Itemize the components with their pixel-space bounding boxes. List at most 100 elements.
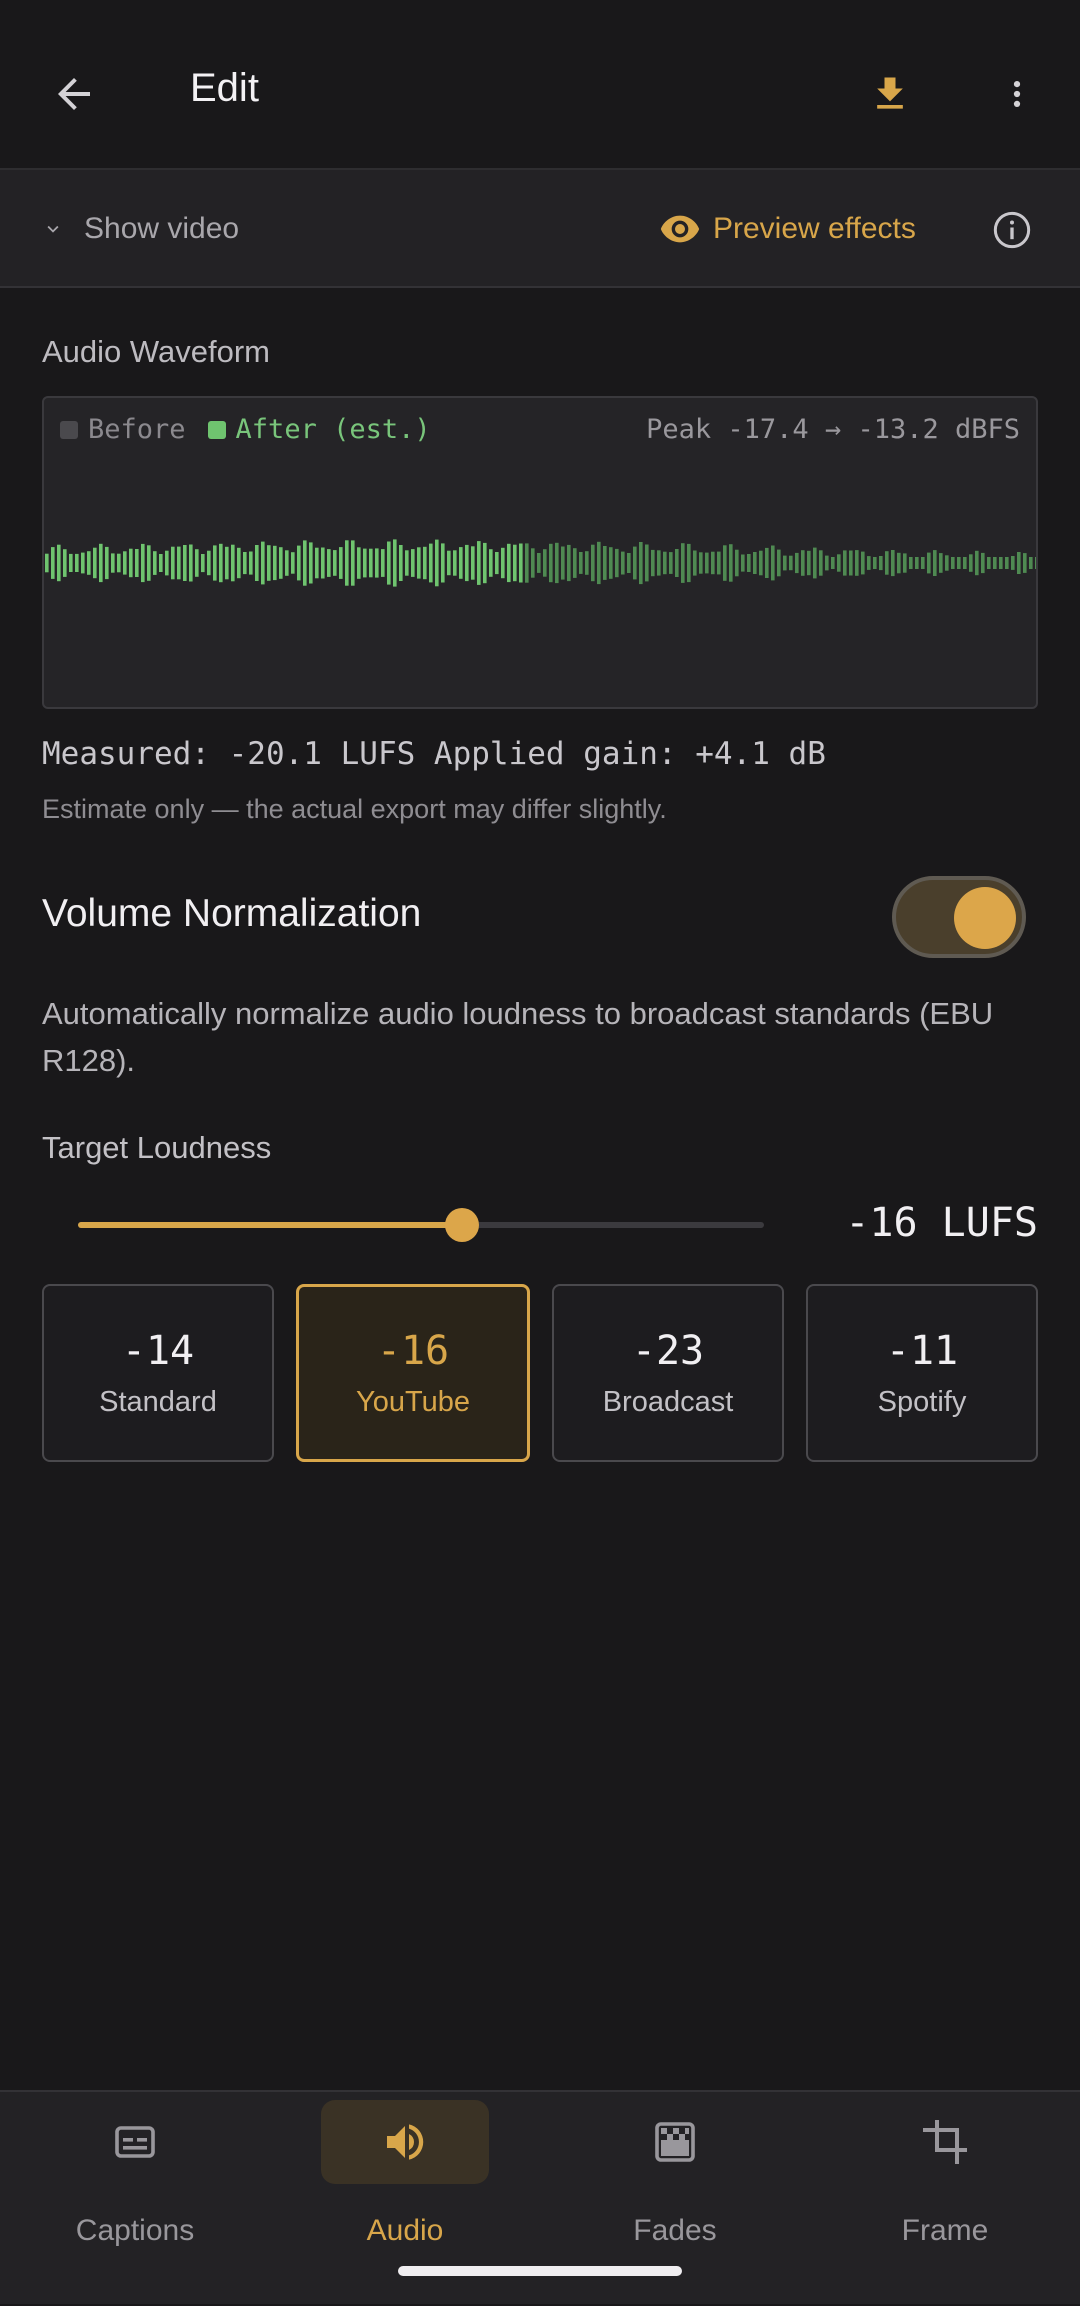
waveform-bar	[951, 557, 955, 569]
waveform-bar	[987, 557, 991, 569]
waveform-bar	[867, 556, 871, 570]
waveform-bar	[483, 542, 487, 584]
preset-youtube[interactable]: -16 YouTube	[296, 1284, 530, 1462]
waveform-bar	[123, 551, 127, 575]
captions-icon	[115, 2126, 155, 2158]
waveform-bar	[459, 547, 463, 579]
waveform-bar	[819, 550, 823, 576]
waveform-bar	[225, 546, 229, 580]
waveform-bar	[261, 541, 265, 585]
waveform-bar	[213, 545, 217, 581]
download-icon[interactable]	[868, 70, 912, 118]
waveform-bar	[621, 551, 625, 575]
waveform-bar	[933, 550, 937, 576]
waveform-bar	[297, 545, 301, 581]
waveform-bar	[879, 556, 883, 571]
legend-after: After (est.)	[235, 414, 431, 445]
waveform-bar	[753, 552, 757, 574]
waveform-bar	[555, 542, 559, 584]
preset-standard[interactable]: -14 Standard	[42, 1284, 274, 1462]
waveform-bar	[609, 547, 613, 579]
waveform-bar	[573, 548, 577, 578]
waveform-bar	[567, 544, 571, 582]
preset-broadcast[interactable]: -23 Broadcast	[552, 1284, 784, 1462]
show-video-toggle[interactable]: Show video	[84, 212, 239, 246]
waveform-bar	[159, 554, 163, 572]
waveform-bar	[315, 547, 319, 579]
measured-readout: Measured: -20.1 LUFS Applied gain: +4.1 …	[42, 736, 826, 772]
waveform-bar	[717, 551, 721, 575]
waveform-bar	[519, 543, 523, 583]
waveform-bar	[549, 543, 553, 583]
waveform-bar	[309, 542, 313, 584]
page-title: Edit	[190, 66, 259, 110]
waveform-bar	[537, 553, 541, 573]
waveform-bar	[369, 548, 373, 578]
waveform-bar	[363, 548, 367, 578]
chevron-down-icon[interactable]	[40, 218, 66, 240]
waveform-bar	[477, 541, 481, 585]
waveform-bar	[831, 557, 835, 569]
waveform-bar	[441, 543, 445, 583]
waveform-bar	[153, 551, 157, 575]
waveform-bar	[489, 549, 493, 577]
waveform-bar	[291, 552, 295, 574]
waveform-bar	[771, 545, 775, 581]
waveform-bar	[999, 557, 1003, 569]
waveform-bar	[255, 545, 259, 581]
waveform-bar	[939, 553, 943, 573]
waveform-bar	[885, 551, 889, 575]
waveform-bar	[393, 539, 397, 587]
waveform-bar	[51, 547, 55, 579]
waveform-bar	[681, 543, 685, 583]
waveform-bar	[411, 549, 415, 577]
waveform-bar	[243, 552, 247, 575]
eye-icon[interactable]	[660, 214, 700, 244]
waveform-bar	[69, 553, 73, 572]
nav-frame[interactable]: Frame	[810, 2092, 1080, 2306]
waveform-bar	[723, 545, 727, 581]
arrow-left-icon[interactable]	[50, 70, 98, 118]
waveform-bar	[177, 546, 181, 580]
waveform-bar	[921, 557, 925, 569]
after-swatch	[207, 420, 226, 439]
nav-captions[interactable]: Captions	[0, 2092, 270, 2306]
waveform-bar	[543, 549, 547, 577]
waveform-bar	[969, 554, 973, 572]
waveform-bar	[63, 549, 67, 577]
waveform-bar	[603, 546, 607, 580]
crop-icon	[923, 2120, 967, 2164]
waveform-bar	[423, 546, 427, 580]
waveform-bar	[729, 544, 733, 582]
preset-spotify[interactable]: -11 Spotify	[806, 1284, 1038, 1462]
waveform-bar	[273, 545, 277, 581]
waveform-bar	[231, 544, 235, 582]
waveform-bar	[663, 551, 667, 575]
waveform-bar	[507, 543, 511, 583]
video-options-strip: Show video Preview effects	[0, 170, 1080, 288]
loudness-slider[interactable]	[78, 1208, 764, 1242]
waveform-bar	[783, 555, 787, 571]
waveform-bar	[249, 551, 253, 575]
waveform-bar	[531, 548, 535, 578]
waveform-bar	[927, 552, 931, 574]
more-vert-icon[interactable]	[1000, 74, 1034, 114]
waveform-bar	[579, 552, 583, 574]
target-loudness-label: Target Loudness	[42, 1130, 272, 1165]
preview-effects-button[interactable]: Preview effects	[713, 212, 916, 246]
info-icon[interactable]	[992, 210, 1032, 250]
waveform-bar	[237, 547, 241, 579]
volume-normalization-title: Volume Normalization	[42, 892, 422, 935]
waveform-bar	[975, 550, 979, 576]
waveform-bar	[981, 552, 985, 574]
waveform-bar	[645, 544, 649, 582]
waveform-bar	[189, 544, 193, 582]
waveform-bar	[1017, 552, 1021, 574]
waveform-bar	[501, 547, 505, 579]
normalization-toggle[interactable]	[892, 876, 1026, 958]
waveform-bar	[711, 551, 715, 575]
waveform-bar	[789, 555, 793, 571]
waveform-bar	[561, 546, 565, 580]
waveform-bar	[417, 547, 421, 579]
slider-thumb[interactable]	[445, 1208, 480, 1242]
